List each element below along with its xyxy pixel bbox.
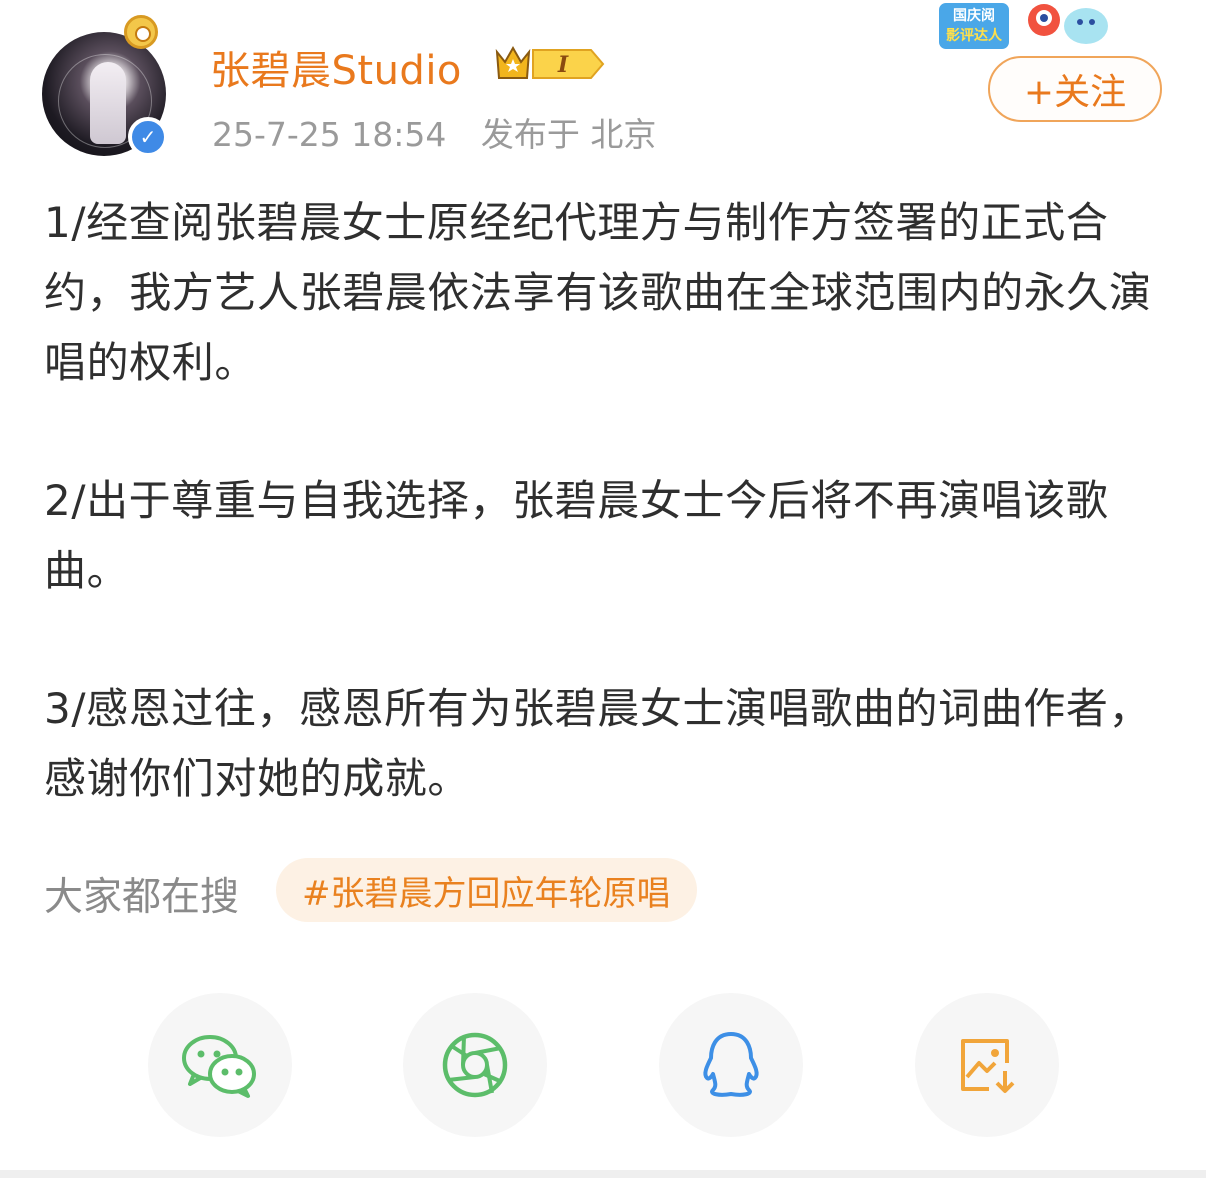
vip-level-text: I [557, 52, 569, 78]
post-paragraph: 2/出于尊重与自我选择，张碧晨女士今后将不再演唱该歌曲。 [44, 476, 1109, 595]
share-wechat-button[interactable] [148, 993, 292, 1137]
wechat-icon [182, 1035, 256, 1098]
bottom-divider [0, 1170, 1206, 1178]
post-paragraph: 1/经查阅张碧晨女士原经纪代理方与制作方签署的正式合约，我方艺人张碧晨依法享有该… [44, 198, 1152, 387]
follow-button[interactable]: +关注 [988, 56, 1162, 122]
post-location: 发布于 北京 [480, 115, 657, 154]
event-sticker-line1: 国庆阅 [953, 7, 995, 24]
post-body: 1/经查阅张碧晨女士原经纪代理方与制作方签署的正式合约，我方艺人张碧晨依法享有该… [44, 188, 1164, 882]
qq-icon [703, 1032, 759, 1097]
avatar-figure [90, 62, 126, 144]
post-date: 25-7-25 18:54 [212, 115, 447, 154]
trending-search-label: 大家都在搜 [44, 875, 240, 920]
trending-hashtag[interactable]: #张碧晨方回应年轮原唱 [276, 858, 697, 922]
share-qq-button[interactable] [659, 993, 803, 1137]
share-moments-button[interactable] [403, 993, 547, 1137]
verified-icon: ✓ [128, 117, 168, 157]
username[interactable]: 张碧晨Studio [210, 38, 462, 96]
moments-icon [442, 1032, 508, 1098]
save-image-button[interactable] [915, 993, 1059, 1137]
event-sticker[interactable]: 国庆阅 影评达人 [936, 0, 1116, 58]
avatar-pendant-icon [124, 15, 158, 49]
save-image-icon [961, 1039, 1015, 1093]
post-meta: 25-7-25 18:54 发布于 北京 [212, 108, 656, 156]
post-paragraph: 3/感恩过往，感恩所有为张碧晨女士演唱歌曲的词曲作者，感谢你们对她的成就。 [44, 684, 1152, 803]
event-sticker-line2: 影评达人 [946, 27, 1003, 44]
vip-crown-badge-icon[interactable]: I [493, 42, 608, 86]
